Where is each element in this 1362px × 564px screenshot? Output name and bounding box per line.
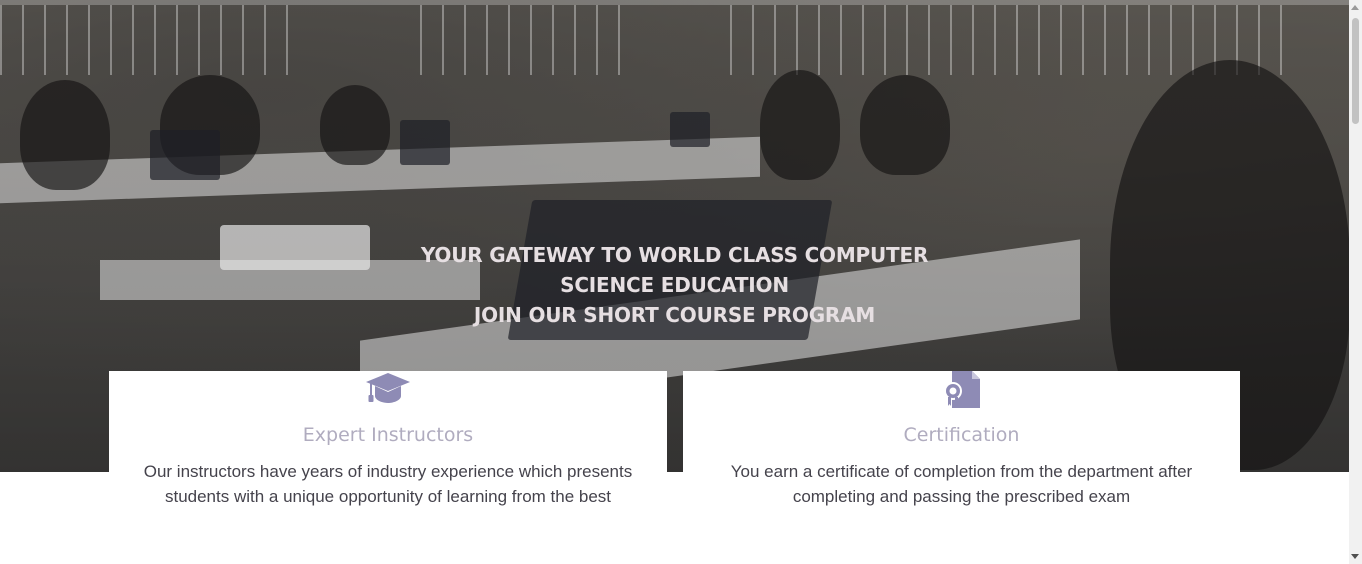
window-grille bbox=[0, 5, 300, 75]
feature-card-certification: Certification You earn a certificate of … bbox=[683, 371, 1240, 521]
feature-description: Our instructors have years of industry e… bbox=[143, 462, 633, 506]
hero-headline: YOUR GATEWAY TO WORLD CLASS COMPUTER SCI… bbox=[0, 240, 1349, 330]
hero-title-line-2: JOIN OUR SHORT COURSE PROGRAM bbox=[473, 303, 876, 327]
hero-title-line-1: YOUR GATEWAY TO WORLD CLASS COMPUTER SCI… bbox=[420, 243, 929, 297]
feature-card-expert-instructors: Expert Instructors Our instructors have … bbox=[109, 371, 667, 521]
scroll-up-arrow-icon[interactable] bbox=[1351, 5, 1359, 10]
scroll-down-arrow-icon[interactable] bbox=[1351, 554, 1359, 559]
student-figure bbox=[860, 75, 950, 175]
student-figure bbox=[320, 85, 390, 165]
graduation-cap-icon bbox=[364, 371, 412, 409]
feature-title: Expert Instructors bbox=[302, 424, 474, 446]
certificate-document-icon bbox=[942, 371, 982, 413]
laptop bbox=[670, 112, 710, 147]
feature-title: Certification bbox=[903, 424, 1020, 446]
student-figure bbox=[760, 70, 840, 180]
scrollbar-thumb[interactable] bbox=[1352, 18, 1359, 124]
feature-description: You earn a certificate of completion fro… bbox=[730, 462, 1193, 506]
student-figure bbox=[20, 80, 110, 190]
laptop bbox=[400, 120, 450, 165]
vertical-scrollbar[interactable] bbox=[1349, 0, 1362, 564]
window-grille bbox=[420, 5, 620, 75]
laptop bbox=[150, 130, 220, 180]
